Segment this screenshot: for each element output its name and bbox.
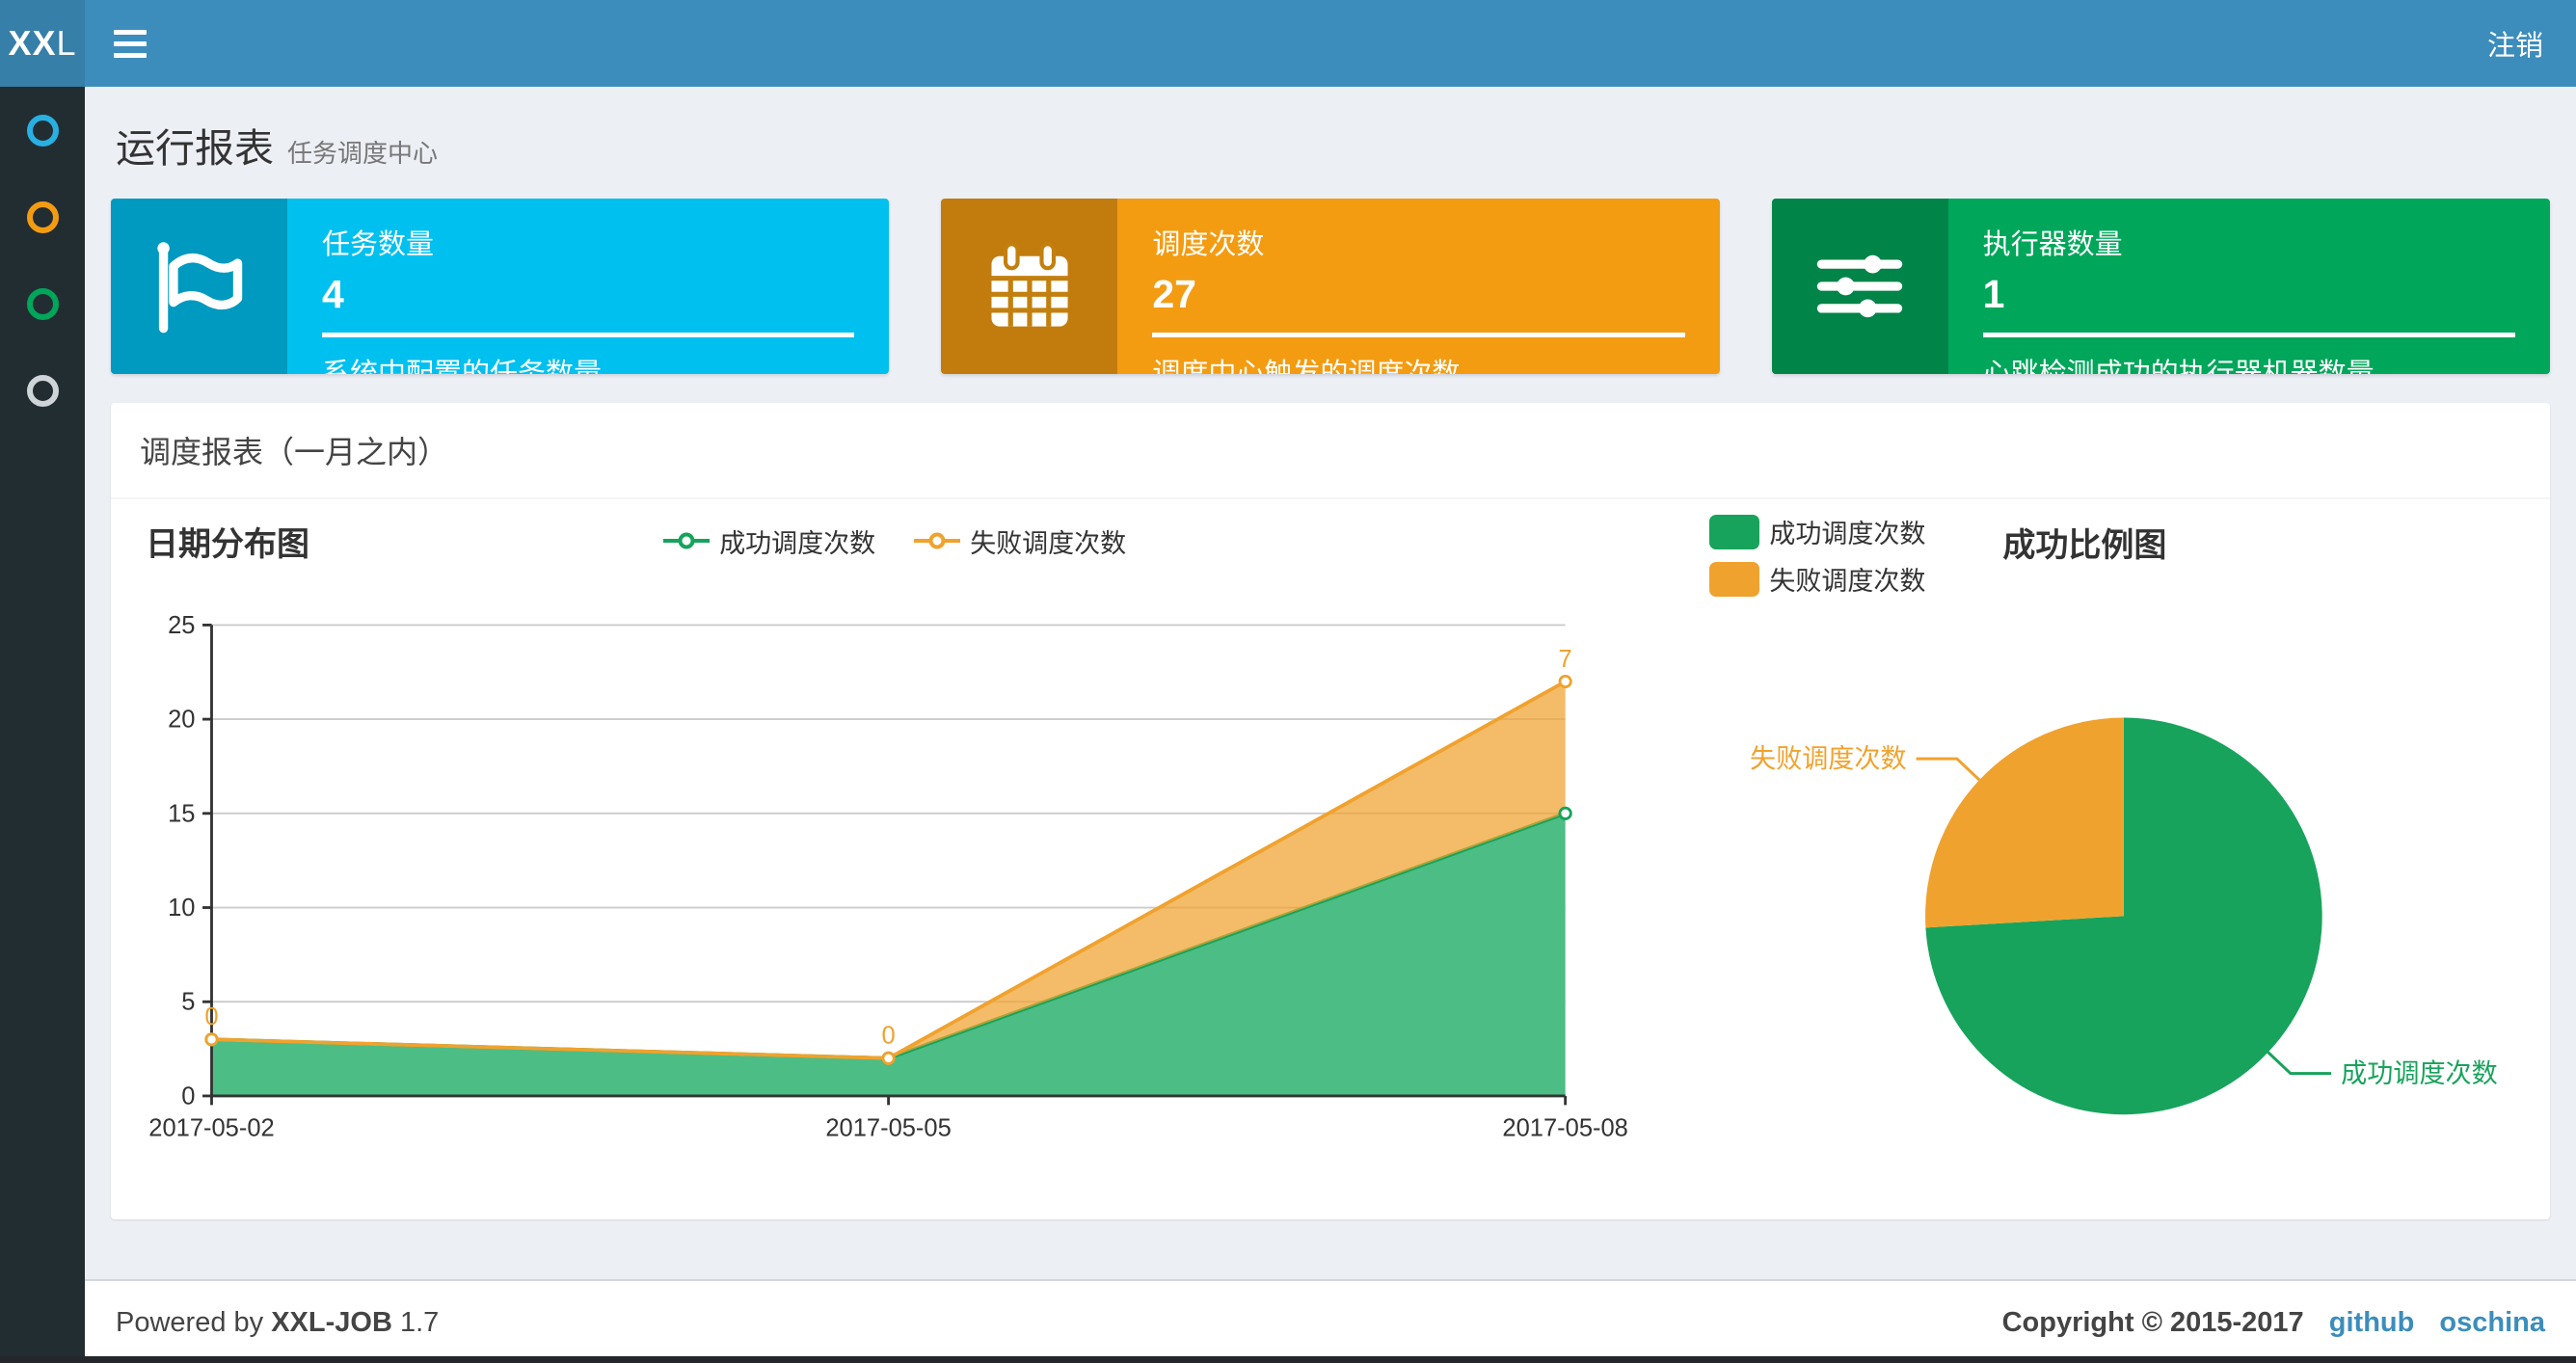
legend-item-fail[interactable]: 失败调度次数: [1709, 560, 1925, 598]
svg-text:20: 20: [168, 707, 195, 734]
logo-text-bold: XX: [8, 23, 57, 63]
page-subtitle: 任务调度中心: [287, 139, 439, 168]
oschina-link[interactable]: oschina: [2439, 1307, 2545, 1338]
line-chart-svg: 05101520252017-05-02 2017-05-05 2017-05-08…: [148, 612, 1628, 1142]
logout-link[interactable]: 注销: [2455, 0, 2576, 87]
sidebar-item-menu-jobs[interactable]: [0, 174, 85, 260]
card-trigger-count: 调度次数 27 调度中心触发的调度次数: [941, 199, 1720, 374]
sidebar-item-menu-dashboard[interactable]: [0, 87, 85, 174]
sidebar-item-menu-help[interactable]: [0, 347, 85, 434]
card-title: 调度次数: [1152, 229, 1265, 260]
circle-icon: [26, 287, 59, 320]
page-footer: Powered by XXL-JOB 1.7 Copyright © 2015-…: [85, 1278, 2576, 1363]
svg-text:失败调度次数: 失败调度次数: [1750, 743, 1907, 773]
fail-line-marker-icon: [914, 532, 961, 549]
logo-text-light: L: [56, 23, 77, 63]
panel-body: 日期分布图 成功调度次数 失败调度次数 0 5 10 15 20 25 2017-05-02…: [111, 499, 2550, 1219]
svg-text:2017-05-02: 2017-05-02: [148, 1115, 274, 1142]
hamburger-icon: [114, 29, 147, 35]
line-chart-title: 日期分布图: [146, 525, 309, 563]
sliders-icon: [1771, 199, 1948, 374]
github-link[interactable]: github: [2329, 1307, 2415, 1338]
svg-text:0: 0: [204, 1003, 218, 1030]
card-executor-count: 执行器数量 1 心跳检测成功的执行器机器数量: [1771, 199, 2550, 374]
card-job-count: 任务数量 4 系统中配置的任务数量: [111, 199, 890, 374]
top-navbar: XX L 注销: [0, 0, 2576, 87]
circle-icon: [26, 200, 59, 233]
card-value: 27: [1152, 272, 1196, 316]
sidebar-toggle-button[interactable]: [85, 0, 172, 87]
content-header: 运行报表 任务调度中心: [85, 87, 2576, 189]
stat-cards-row: 任务数量 4 系统中配置的任务数量 调度次数 27 调度中心触发的调度次数 执行…: [111, 199, 2550, 374]
svg-text:25: 25: [168, 612, 195, 639]
success-line-marker-icon: [663, 532, 711, 549]
svg-text:成功调度次数: 成功调度次数: [2342, 1058, 2499, 1088]
sidebar-item-menu-executors[interactable]: [0, 260, 85, 347]
svg-text:5: 5: [181, 989, 195, 1016]
app-logo[interactable]: XX L: [0, 0, 85, 87]
line-chart-legend: 成功调度次数 失败调度次数: [663, 522, 1126, 560]
calendar-icon: [941, 199, 1118, 374]
pie-chart-column: 成功调度次数 失败调度次数 成功比例图 成功调度次数 失败调度次数: [1669, 499, 2540, 1212]
sidebar: [0, 87, 85, 1363]
card-description: 心跳检测成功的执行器机器数量: [1982, 359, 2375, 374]
svg-text:0: 0: [881, 1023, 895, 1050]
svg-text:7: 7: [1559, 646, 1572, 673]
pie-chart-svg: 成功调度次数 失败调度次数: [1750, 717, 2499, 1115]
legend-item-fail[interactable]: 失败调度次数: [914, 522, 1126, 560]
flag-icon: [111, 199, 287, 374]
success-square-marker-icon: [1709, 514, 1760, 549]
line-chart-column: 日期分布图 成功调度次数 失败调度次数 0 5 10 15 20 25 2017-05-02…: [121, 499, 1669, 1212]
card-progress-line: [1152, 333, 1685, 337]
svg-text:10: 10: [168, 895, 195, 922]
card-value: 1: [1982, 272, 2005, 316]
page-title: 运行报表: [116, 126, 274, 171]
card-progress-line: [1982, 333, 2515, 337]
panel-header: 调度报表（一月之内）: [111, 403, 2550, 499]
pie-chart-title: 成功比例图: [2002, 527, 2167, 564]
pie-chart-legend: 成功调度次数 失败调度次数: [1694, 513, 1925, 598]
svg-text:2017-05-08: 2017-05-08: [1502, 1115, 1627, 1142]
copyright-text: Copyright © 2015-2017: [2001, 1306, 2304, 1338]
card-value: 4: [322, 272, 344, 316]
circle-icon: [26, 114, 59, 147]
card-title: 执行器数量: [1982, 229, 2123, 260]
legend-item-success[interactable]: 成功调度次数: [1709, 513, 1925, 550]
card-progress-line: [322, 333, 855, 337]
card-title: 任务数量: [322, 229, 435, 260]
circle-icon: [26, 374, 59, 407]
main-content: 运行报表 任务调度中心 任务数量 4 系统中配置的任务数量 调度次数 27 调度…: [85, 0, 2576, 1219]
report-panel: 调度报表（一月之内） 日期分布图 成功调度次数 失败调度次数 0 5 10 15…: [111, 403, 2550, 1219]
powered-by-text: Powered by XXL-JOB 1.7: [116, 1306, 440, 1338]
svg-text:15: 15: [168, 800, 195, 827]
svg-text:2017-05-05: 2017-05-05: [825, 1115, 951, 1142]
window-bottom-edge: [0, 1356, 2576, 1363]
card-description: 系统中配置的任务数量: [322, 359, 603, 374]
card-description: 调度中心触发的调度次数: [1152, 359, 1461, 374]
fail-square-marker-icon: [1709, 561, 1760, 597]
svg-text:0: 0: [181, 1082, 195, 1109]
legend-item-success[interactable]: 成功调度次数: [663, 522, 875, 560]
navbar-spacer: [172, 0, 2455, 87]
